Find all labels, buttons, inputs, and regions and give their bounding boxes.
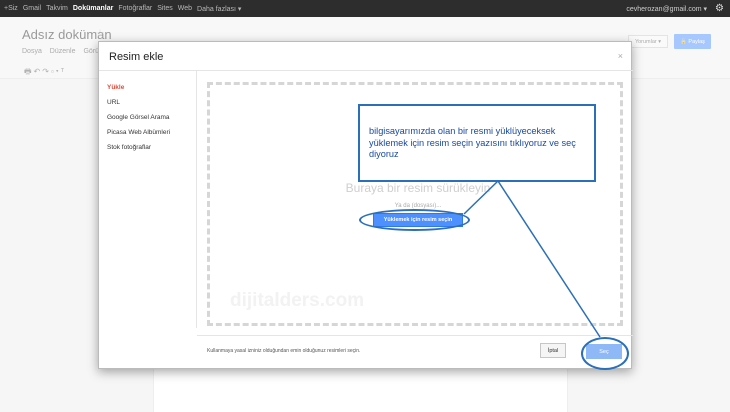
sidebar-item-stock-photos[interactable]: Stok fotoğraflar [107, 140, 197, 155]
drop-text: Buraya bir resim sürükleyin [345, 181, 491, 195]
sidebar-item-upload[interactable]: Yükle [107, 80, 197, 95]
legal-note: Kullanmaya yasal izniniz olduğundan emin… [207, 348, 361, 354]
nav-web[interactable]: Web [178, 5, 192, 12]
sidebar-item-url[interactable]: URL [107, 95, 197, 110]
nav-plus[interactable]: +Siz [4, 5, 18, 12]
annotation-callout: bilgisayarımızda olan bir resmi yüklüyec… [358, 104, 596, 182]
sidebar-item-google-image-search[interactable]: Google Görsel Arama [107, 110, 197, 125]
dialog-title: Resim ekle [109, 51, 164, 63]
nav-sites[interactable]: Sites [157, 5, 173, 12]
nav-calendar[interactable]: Takvim [46, 5, 68, 12]
top-nav: +Siz Gmail Takvim Dokümanlar Fotoğraflar… [0, 5, 246, 13]
cancel-button[interactable]: İptal [540, 343, 566, 358]
dialog-sidebar: Yükle URL Google Görsel Arama Picasa Web… [107, 80, 197, 155]
watermark: dijitalders.com [230, 290, 365, 311]
highlight-select-ellipse [581, 337, 629, 370]
account-email[interactable]: cevherozan@gmail.com ▾ [626, 5, 707, 13]
gear-icon[interactable]: ⚙ [715, 3, 724, 14]
footer-divider [197, 335, 633, 336]
nav-photos[interactable]: Fotoğraflar [118, 5, 152, 12]
nav-documents[interactable]: Dokümanlar [73, 5, 113, 12]
insert-image-dialog: Resim ekle × Yükle URL Google Görsel Ara… [98, 41, 633, 369]
nav-more[interactable]: Daha fazlası ▾ [197, 5, 241, 13]
top-nav-bar: +Siz Gmail Takvim Dokümanlar Fotoğraflar… [0, 0, 730, 17]
highlight-upload-ellipse [359, 209, 470, 231]
title-divider [99, 70, 633, 71]
nav-gmail[interactable]: Gmail [23, 5, 41, 12]
annotation-text: bilgisayarımızda olan bir resmi yüklüyec… [369, 126, 576, 159]
account-area: cevherozan@gmail.com ▾ ⚙ [626, 0, 724, 17]
close-icon[interactable]: × [618, 51, 623, 61]
sidebar-item-picasa[interactable]: Picasa Web Albümleri [107, 125, 197, 140]
